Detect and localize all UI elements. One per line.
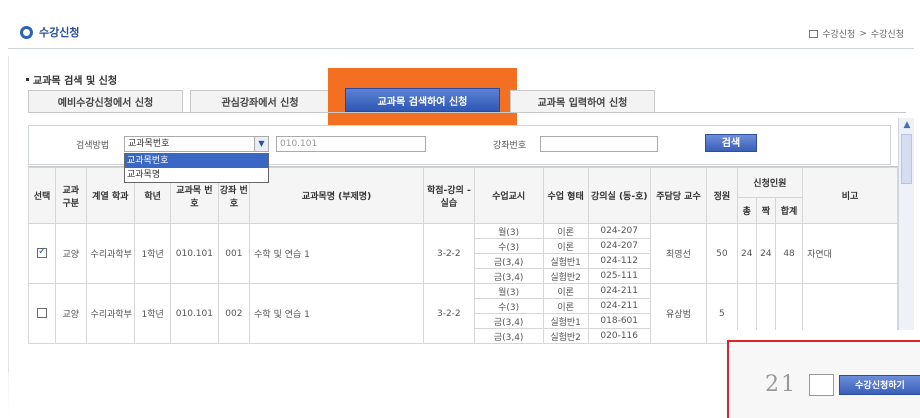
table-row: 교양 수리과학부 1학년 010.101 001 수학 및 연습 1 3-2-2…: [28, 223, 898, 284]
tab-enter-course[interactable]: 교과목 입력하여 신청: [510, 90, 655, 112]
professor-cell: 최영선: [649, 223, 708, 284]
time-cell: 금(3,4): [473, 268, 544, 284]
header-capacity: 정원: [706, 167, 738, 224]
category-cell: 교양: [55, 223, 87, 284]
enrolled-pair-cell: 24: [755, 223, 776, 284]
chevron-down-icon[interactable]: ▼: [254, 137, 268, 151]
category-cell: 교양: [55, 283, 87, 344]
remark-cell: 자연대: [802, 223, 898, 284]
lecture-number-input[interactable]: [540, 136, 658, 152]
tab-divider: [28, 112, 906, 113]
year-cell: 1학년: [134, 223, 172, 284]
header-type: 수업 형태: [542, 167, 589, 224]
tab-interest-courses[interactable]: 관심강좌에서 신청: [190, 90, 330, 112]
search-method-value: 교과목번호: [128, 139, 170, 149]
lecture-no-cell: 002: [217, 283, 251, 344]
header-remark: 비고: [802, 167, 898, 224]
enrolled-sum-cell: 48: [774, 223, 804, 284]
apply-course-button[interactable]: 수강신청하기: [839, 375, 920, 395]
header-enrolled-sum: 합계: [774, 197, 804, 224]
captcha-input[interactable]: [809, 374, 834, 396]
course-name-cell: 수학 및 연습 1: [249, 223, 424, 284]
search-method-label: 검색방법: [76, 141, 110, 151]
type-cell: 이론: [542, 283, 589, 299]
section-title-text: 교과목 검색 및 신청: [33, 76, 118, 87]
header-time: 수업교시: [473, 167, 544, 224]
room-cell: 024-211: [587, 298, 651, 314]
header-divider: [8, 48, 914, 49]
breadcrumb: 수강신청 > 수강신청: [809, 27, 904, 40]
enrolled-total-cell: 24: [736, 223, 757, 284]
type-cell: 이론: [542, 238, 589, 254]
scroll-up-icon[interactable]: ▲: [899, 118, 915, 132]
time-cell: 수(3): [473, 238, 544, 254]
dropdown-option-course-no[interactable]: 교과목번호: [125, 154, 268, 168]
breadcrumb-separator: >: [859, 28, 867, 39]
type-cell: 실험반1: [542, 313, 589, 329]
tab-pre-registration[interactable]: 예비수강신청에서 신청: [28, 90, 183, 112]
type-cell: 이론: [542, 298, 589, 314]
search-method-dropdown: 교과목번호 교과목명: [124, 153, 269, 183]
header-credits: 학점-강의 -실습: [422, 167, 475, 224]
select-checkbox[interactable]: [37, 246, 48, 259]
header-course-name: 교과목명 (부제명): [249, 167, 424, 224]
header-enrolled: 신청인원: [736, 167, 804, 198]
time-cell: 월(3): [473, 283, 544, 299]
breadcrumb-item-current: 수강신청: [870, 30, 904, 40]
section-title: 교과목 검색 및 신청: [26, 72, 117, 87]
type-cell: 이론: [542, 223, 589, 239]
professor-cell: 유상범: [649, 283, 708, 344]
type-cell: 실험반2: [542, 268, 589, 284]
breadcrumb-item[interactable]: 수강신청: [822, 27, 855, 40]
search-method-select[interactable]: 교과목번호 ▼: [124, 136, 269, 152]
dropdown-option-course-name[interactable]: 교과목명: [125, 168, 268, 182]
room-cell: 024-112: [587, 253, 651, 269]
lecture-no-cell: 001: [217, 223, 251, 284]
course-no-cell: 010.101: [170, 223, 219, 284]
header-enrolled-pair: 짝: [755, 197, 776, 224]
time-cell: 금(3,4): [473, 313, 544, 329]
capacity-cell: 50: [706, 223, 738, 284]
select-checkbox[interactable]: [37, 308, 48, 319]
time-cell: 월(3): [473, 223, 544, 239]
year-cell: 1학년: [134, 283, 172, 344]
room-cell: 024-207: [587, 238, 651, 254]
header-room: 강의실 (동-호): [587, 167, 651, 224]
dept-cell: 수리과학부: [85, 223, 136, 284]
page-title: 수강신청: [20, 24, 79, 40]
table-row: 교양 수리과학부 1학년 010.101 002 수학 및 연습 1 3-2-2…: [28, 283, 898, 344]
time-cell: 수(3): [473, 298, 544, 314]
header-professor: 주담당 교수: [649, 167, 708, 224]
header-category: 교과 구분: [55, 167, 87, 224]
select-cell[interactable]: [28, 223, 57, 284]
select-cell[interactable]: [28, 283, 57, 344]
credits-cell: 3-2-2: [422, 223, 475, 284]
course-no-cell: 010.101: [170, 283, 219, 344]
room-cell: 024-207: [587, 223, 651, 239]
room-cell: 020-116: [587, 328, 651, 344]
credits-cell: 3-2-2: [422, 283, 475, 344]
time-cell: 금(3,4): [473, 253, 544, 269]
search-button[interactable]: 검색: [705, 134, 757, 152]
course-name-cell: 수학 및 연습 1: [249, 283, 424, 344]
room-cell: 018-601: [587, 313, 651, 329]
tab-search-course[interactable]: 교과목 검색하여 신청: [345, 88, 500, 112]
time-cell: 금(3,4): [473, 328, 544, 344]
scroll-thumb[interactable]: [901, 134, 912, 184]
home-icon: [809, 29, 819, 38]
type-cell: 실험반1: [542, 253, 589, 269]
bullet-icon: [26, 78, 29, 81]
zoom-inset: 21 수강신청하기: [727, 340, 920, 418]
header-enrolled-total: 총: [736, 197, 757, 224]
type-cell: 실험반2: [542, 328, 589, 344]
lecture-number-label: 강좌번호: [493, 141, 527, 151]
page-title-text: 수강신청: [39, 26, 80, 39]
header-select: 선택: [28, 167, 57, 224]
circle-icon: [20, 25, 33, 39]
captcha-image: 21: [765, 372, 797, 397]
room-cell: 024-211: [587, 283, 651, 299]
dept-cell: 수리과학부: [85, 283, 136, 344]
course-number-input[interactable]: 010.101: [276, 136, 426, 152]
room-cell: 025-111: [587, 268, 651, 284]
